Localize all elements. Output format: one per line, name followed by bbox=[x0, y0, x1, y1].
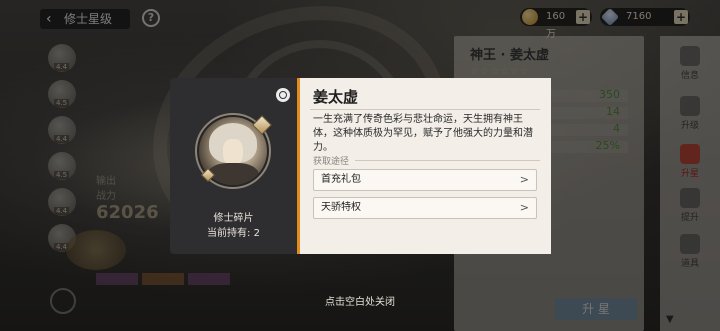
hero-description: 一生充满了传奇色彩与悲壮命运，天生拥有神王体，这种体质极为罕见，赋予了他强大的力… bbox=[313, 114, 533, 153]
item-held-count: 当前持有: 2 bbox=[170, 224, 297, 239]
source-label: 首充礼包 bbox=[321, 174, 361, 185]
source-label: 天骄特权 bbox=[321, 202, 361, 213]
source-first-recharge-pack[interactable]: 首充礼包 > bbox=[313, 169, 537, 191]
magnifier-icon[interactable] bbox=[276, 88, 290, 102]
hero-name-title: 姜太虚 bbox=[313, 88, 359, 106]
held-label: 当前持有: bbox=[207, 228, 251, 239]
portrait-face bbox=[223, 139, 243, 165]
chevron-right-icon: > bbox=[519, 173, 529, 186]
source-privilege[interactable]: 天骄特权 > bbox=[313, 197, 537, 219]
chevron-right-icon: > bbox=[519, 201, 529, 214]
held-value: 2 bbox=[253, 228, 260, 239]
source-section-header: 获取途径 bbox=[313, 157, 350, 167]
item-name: 修士碎片 bbox=[213, 213, 254, 224]
source-divider bbox=[355, 160, 540, 161]
title-divider bbox=[310, 109, 540, 110]
close-hint[interactable]: 点击空白处关闭 bbox=[0, 293, 720, 308]
